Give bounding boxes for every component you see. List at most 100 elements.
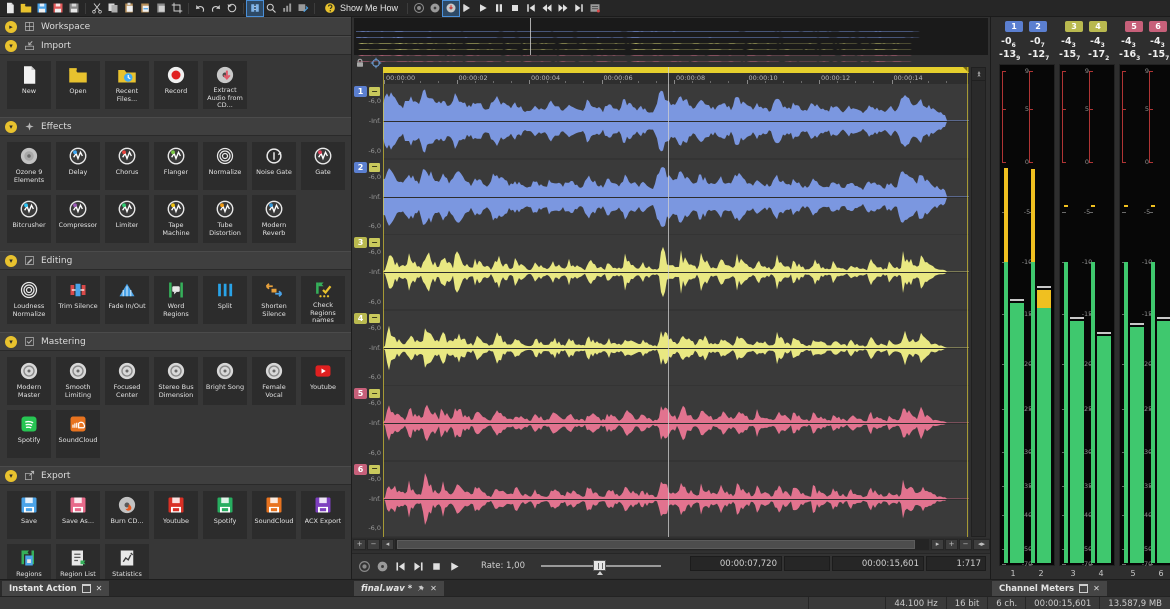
meter-channel-badge-6[interactable]: 6 [1149, 21, 1167, 32]
tile-region-list[interactable]: Region List [56, 544, 100, 579]
meter-body[interactable]: 950-5-10-15-20-25-30-35-40-50-70 [1119, 64, 1170, 566]
cut-button[interactable] [89, 1, 105, 16]
chevron-down-icon[interactable]: ▾ [5, 336, 17, 348]
tile-youtube[interactable]: Youtube [301, 357, 345, 405]
tile-modern-master[interactable]: Modern Master [7, 357, 51, 405]
stop-button[interactable] [507, 1, 523, 16]
tile-spotify[interactable]: Spotify [7, 410, 51, 458]
rate-slider-thumb[interactable] [593, 560, 606, 571]
open-file-button[interactable] [18, 1, 34, 16]
tile-record[interactable]: Record [154, 61, 198, 109]
tile-youtube[interactable]: Youtube [154, 491, 198, 539]
meter-channel-badge-5[interactable]: 5 [1125, 21, 1143, 32]
tile-chorus[interactable]: Chorus [105, 142, 149, 190]
tile-spotify[interactable]: Spotify [203, 491, 247, 539]
cd-write-button[interactable] [427, 1, 443, 16]
tile-burn-cd[interactable]: Burn CD... [105, 491, 149, 539]
tile-fade-in-out[interactable]: Fade In/Out [105, 276, 149, 324]
file-overview-strip[interactable] [354, 18, 988, 55]
tile-regions[interactable]: Regions [7, 544, 51, 579]
section-header-effects[interactable]: ▾Effects [0, 117, 351, 136]
tile-focused-center[interactable]: Focused Center [105, 357, 149, 405]
tile-split[interactable]: Split [203, 276, 247, 324]
close-icon[interactable]: ✕ [1093, 584, 1100, 593]
play-device-button[interactable] [459, 1, 475, 16]
statistics-tool-button[interactable] [279, 1, 295, 16]
zoom-in-button[interactable]: + [945, 539, 958, 550]
selection-length-display[interactable] [784, 556, 830, 571]
tile-open[interactable]: Open [56, 61, 100, 109]
tile-ozone-9-elements[interactable]: Ozone 9 Elements [7, 142, 51, 190]
tile-female-vocal[interactable]: Female Vocal [252, 357, 296, 405]
hscroll-thumb[interactable] [397, 540, 915, 549]
scroll-left-button[interactable]: ◂ [381, 539, 394, 550]
save-button[interactable] [34, 1, 50, 16]
tile-acx-export[interactable]: ACX Export [301, 491, 345, 539]
total-length-display[interactable]: 00:00:15,601 [832, 556, 924, 571]
lock-icon[interactable] [354, 57, 366, 69]
chevron-down-icon[interactable]: ▾ [5, 121, 17, 133]
channel-number-badge[interactable]: 5 [354, 388, 367, 399]
undo-history-button[interactable] [224, 1, 240, 16]
zoom-in-button[interactable]: + [353, 539, 366, 550]
tile-bitcrusher[interactable]: Bitcrusher [7, 195, 51, 243]
tile-statistics[interactable]: Statistics [105, 544, 149, 579]
tile-modern-reverb[interactable]: Modern Reverb [252, 195, 296, 243]
new-file-button[interactable] [2, 1, 18, 16]
section-header-editing[interactable]: ▾Editing [0, 251, 351, 270]
overview-cursor[interactable] [530, 18, 531, 55]
meter-body[interactable]: 950-5-10-15-20-25-30-35-40-50-70 [999, 64, 1055, 566]
tile-new[interactable]: New [7, 61, 51, 109]
play-button[interactable] [475, 1, 491, 16]
go-to-start-button[interactable] [523, 1, 539, 16]
tile-recent-files[interactable]: Recent Files... [105, 61, 149, 109]
paste-special-button[interactable] [153, 1, 169, 16]
tile-soundcloud[interactable]: SoundCloud [252, 491, 296, 539]
chevron-right-icon[interactable]: ▸ [5, 21, 17, 33]
close-icon[interactable]: ✕ [96, 584, 103, 593]
zoom-ratio-display[interactable]: 1:717 [926, 556, 986, 571]
chevron-down-icon[interactable]: ▾ [5, 470, 17, 482]
zoom-out-button[interactable]: − [959, 539, 972, 550]
channel-number-badge[interactable]: 4 [354, 313, 367, 324]
tab-final-wav[interactable]: final.wav * ✕ [354, 581, 444, 596]
popup-window-icon[interactable] [82, 584, 91, 593]
go-to-end-button[interactable] [571, 1, 587, 16]
waveform-channel-1[interactable] [383, 84, 969, 158]
batch-converter-button[interactable] [295, 1, 311, 16]
tile-save[interactable]: Save [7, 491, 51, 539]
selection-left-edge[interactable] [383, 67, 384, 537]
channel-collapse-button[interactable]: − [369, 238, 380, 247]
section-header-import[interactable]: ▾Import [0, 36, 351, 55]
tile-word-regions[interactable]: Word Regions [154, 276, 198, 324]
close-icon[interactable]: ✕ [430, 584, 437, 593]
tile-flanger[interactable]: Flanger [154, 142, 198, 190]
extract-cd-button[interactable] [443, 1, 459, 16]
cursor-position-display[interactable]: 00:00:07,720 [690, 556, 782, 571]
scroll-right-button[interactable]: ▸ [931, 539, 944, 550]
zoom-fit-button[interactable]: ◂▸ [973, 539, 990, 550]
horizontal-scrollbar[interactable]: +−◂▸+−◂▸ [352, 538, 990, 551]
channel-collapse-button[interactable]: − [369, 163, 380, 172]
channel-collapse-button[interactable]: − [369, 389, 380, 398]
tile-extract-audio-from-cd[interactable]: Extract Audio from CD... [203, 61, 247, 109]
tile-gate[interactable]: Gate [301, 142, 345, 190]
channel-converter-button[interactable] [247, 1, 263, 16]
paste-button[interactable] [121, 1, 137, 16]
waveform-channel-4[interactable] [383, 311, 969, 385]
tile-shorten-silence[interactable]: Shorten Silence [252, 276, 296, 324]
tile-normalize[interactable]: Normalize [203, 142, 247, 190]
chevron-down-icon[interactable]: ▾ [5, 255, 17, 267]
section-header-mastering[interactable]: ▾Mastering [0, 332, 351, 351]
tile-tape-machine[interactable]: Tape Machine [154, 195, 198, 243]
waveform-channel-5[interactable] [383, 386, 969, 460]
fast-forward-button[interactable] [555, 1, 571, 16]
record-button[interactable] [355, 557, 373, 575]
channel-collapse-button[interactable]: − [369, 465, 380, 474]
tile-tube-distortion[interactable]: Tube Distortion [203, 195, 247, 243]
undo-button[interactable] [192, 1, 208, 16]
trim-crop-button[interactable] [169, 1, 185, 16]
hscroll-track[interactable] [395, 539, 929, 550]
go-to-end-button[interactable] [409, 557, 427, 575]
zoom-tool-button[interactable] [263, 1, 279, 16]
